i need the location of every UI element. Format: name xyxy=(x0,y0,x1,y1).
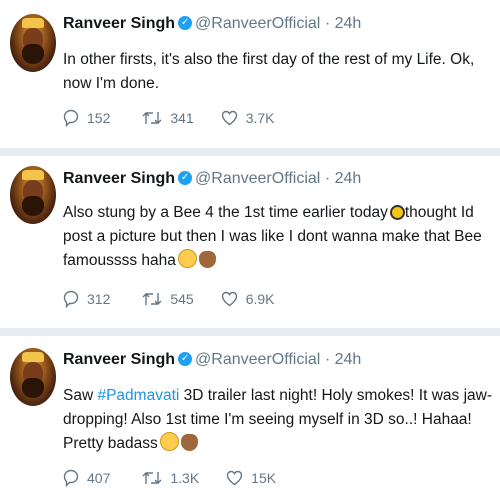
clapping-hand-emoji-icon xyxy=(180,434,198,451)
like-count: 15K xyxy=(251,470,277,486)
reply-count: 312 xyxy=(87,291,111,307)
tweet-text-part: Saw xyxy=(63,387,98,404)
timestamp[interactable]: 24h xyxy=(335,351,362,368)
author-handle[interactable]: @RanveerOfficial xyxy=(195,170,320,187)
heart-icon xyxy=(226,470,243,486)
divider xyxy=(0,328,500,336)
author-name[interactable]: Ranveer Singh xyxy=(63,15,175,32)
clapping-hand-emoji-icon xyxy=(198,251,216,268)
retweet-icon xyxy=(142,293,162,305)
reply-button[interactable]: 407 xyxy=(63,469,110,487)
tweet-3[interactable]: Ranveer Singh ✓ @RanveerOfficial · 24h Saw… xyxy=(0,336,500,500)
reply-count: 152 xyxy=(87,110,111,126)
reply-icon xyxy=(63,469,79,487)
author-name[interactable]: Ranveer Singh xyxy=(63,170,175,187)
author-handle[interactable]: @RanveerOfficial xyxy=(195,351,320,368)
author-handle[interactable]: @RanveerOfficial xyxy=(195,15,320,32)
retweet-icon xyxy=(142,112,162,124)
avatar[interactable] xyxy=(10,14,56,72)
tweet-1[interactable]: Ranveer Singh ✓ @RanveerOfficial · 24h In … xyxy=(0,0,500,148)
tweet-text-part: Also stung by a Bee 4 the 1st time earli… xyxy=(63,204,388,221)
retweet-button[interactable]: 545 xyxy=(142,291,194,307)
tweet-header: Ranveer Singh ✓ @RanveerOfficial · 24h xyxy=(63,14,361,34)
action-bar: 312 545 6.9K xyxy=(63,288,275,310)
like-button[interactable]: 6.9K xyxy=(221,291,275,307)
tweet-text: In other firsts, it's also the first day… xyxy=(63,48,493,96)
tweet-header: Ranveer Singh ✓ @RanveerOfficial · 24h xyxy=(63,169,361,189)
bee-emoji-icon xyxy=(389,205,405,220)
retweet-count: 545 xyxy=(170,291,194,307)
timestamp[interactable]: 24h xyxy=(335,170,362,187)
separator: · xyxy=(324,15,331,32)
avatar[interactable] xyxy=(10,166,56,224)
action-bar: 407 1.3K 15K xyxy=(63,467,276,489)
verified-badge-icon: ✓ xyxy=(178,351,193,366)
tweet-text: Saw #Padmavati 3D trailer last night! Ho… xyxy=(63,384,493,456)
tweet-2[interactable]: Ranveer Singh ✓ @RanveerOfficial · 24h Als… xyxy=(0,156,500,328)
tweet-header: Ranveer Singh ✓ @RanveerOfficial · 24h xyxy=(63,350,361,370)
retweet-count: 1.3K xyxy=(170,470,200,486)
hashtag-link[interactable]: #Padmavati xyxy=(97,387,179,404)
verified-badge-icon: ✓ xyxy=(178,15,193,30)
reply-icon xyxy=(63,109,79,127)
author-name[interactable]: Ranveer Singh xyxy=(63,351,175,368)
action-bar: 152 341 3.7K xyxy=(63,107,275,129)
separator: · xyxy=(324,351,331,368)
timestamp[interactable]: 24h xyxy=(335,15,362,32)
retweet-button[interactable]: 341 xyxy=(142,110,194,126)
reply-icon xyxy=(63,290,79,308)
tweet-text-part: In other firsts, it's also the first day… xyxy=(63,51,475,92)
like-button[interactable]: 15K xyxy=(226,470,276,486)
like-count: 6.9K xyxy=(245,291,275,307)
heart-icon xyxy=(221,291,237,307)
reply-button[interactable]: 312 xyxy=(63,290,110,308)
verified-badge-icon: ✓ xyxy=(178,170,193,185)
heart-icon xyxy=(221,110,237,126)
laughing-tears-emoji-icon xyxy=(177,249,197,268)
divider xyxy=(0,148,500,156)
retweet-count: 341 xyxy=(170,110,194,126)
reply-count: 407 xyxy=(87,470,111,486)
reply-button[interactable]: 152 xyxy=(63,109,110,127)
like-count: 3.7K xyxy=(245,110,275,126)
separator: · xyxy=(324,170,331,187)
laughing-tears-emoji-icon xyxy=(159,432,179,451)
like-button[interactable]: 3.7K xyxy=(221,110,275,126)
retweet-button[interactable]: 1.3K xyxy=(142,470,199,486)
retweet-icon xyxy=(142,472,162,484)
avatar[interactable] xyxy=(10,348,56,406)
tweet-text: Also stung by a Bee 4 the 1st time earli… xyxy=(63,201,493,273)
